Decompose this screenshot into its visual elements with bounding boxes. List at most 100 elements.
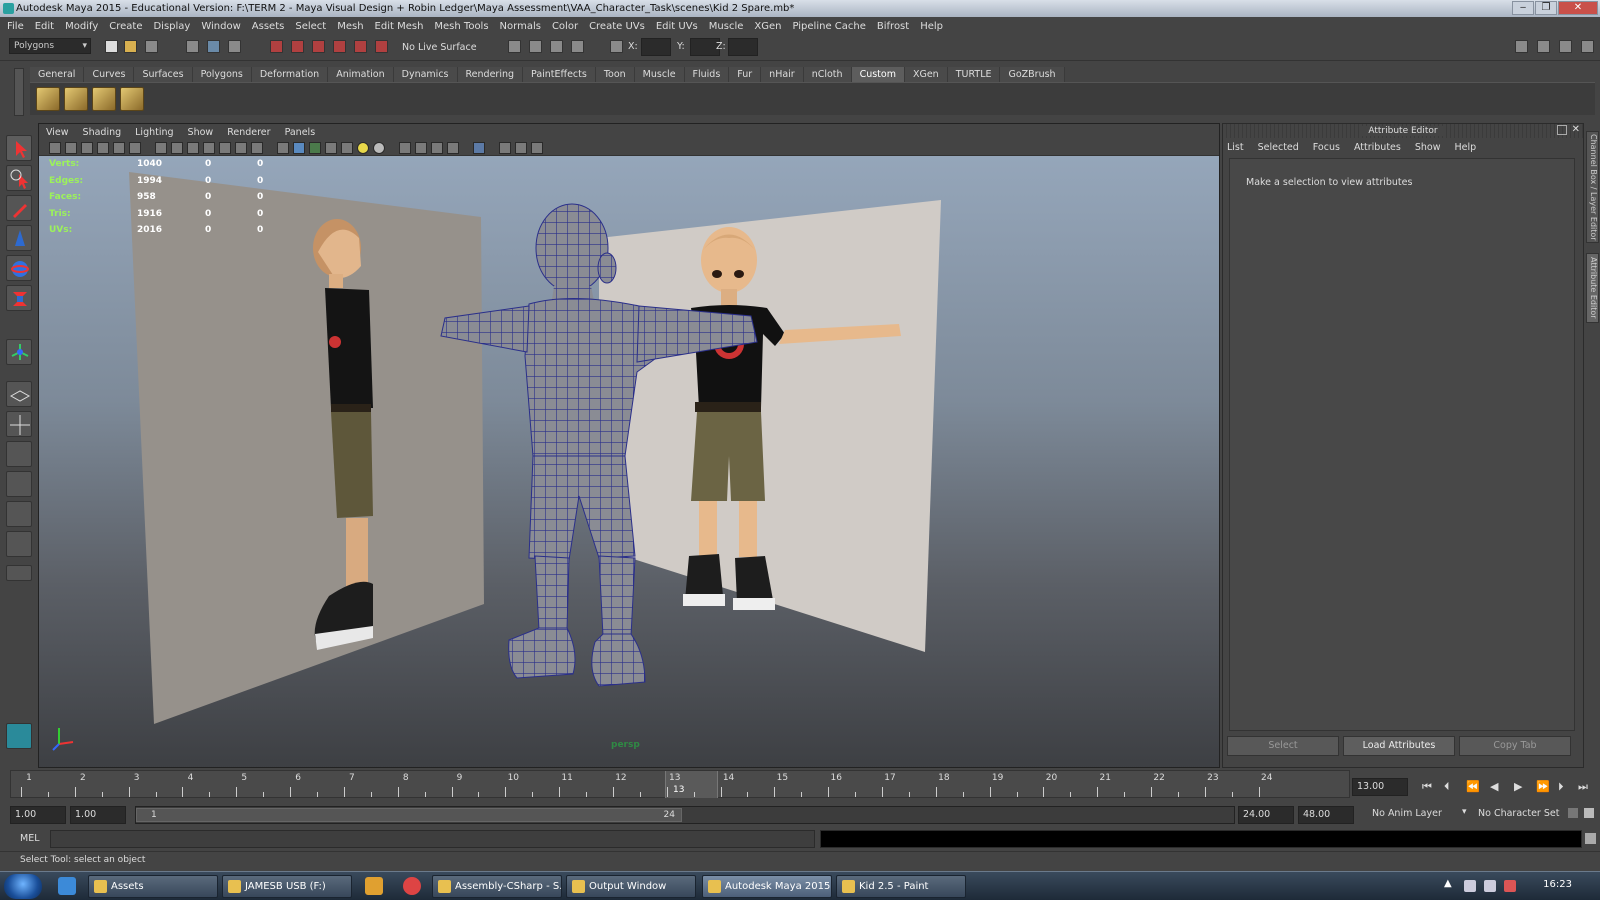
image-plane-icon[interactable] bbox=[97, 142, 109, 154]
shelf-tab-painteffects[interactable]: PaintEffects bbox=[523, 67, 596, 82]
open-scene-icon[interactable] bbox=[124, 40, 137, 53]
2d-pan-zoom-icon[interactable] bbox=[113, 142, 125, 154]
task-paint[interactable]: Kid 2.5 - Paint bbox=[836, 875, 966, 898]
layout-options-icon[interactable] bbox=[6, 565, 32, 581]
play-forwards-icon[interactable]: ▶ bbox=[1514, 780, 1522, 793]
xray-icon[interactable] bbox=[499, 142, 511, 154]
shelf-tab-turtle[interactable]: TURTLE bbox=[947, 67, 1001, 82]
shelf-tab-xgen[interactable]: XGen bbox=[904, 67, 948, 82]
wireframe-on-shaded-icon[interactable] bbox=[309, 142, 321, 154]
viewport-menu-renderer[interactable]: Renderer bbox=[227, 127, 270, 138]
channel-box-tab[interactable]: Channel Box / Layer Editor bbox=[1586, 131, 1599, 243]
range-slider-bar[interactable]: 1 24 bbox=[136, 808, 682, 822]
menu-mesh[interactable]: Mesh bbox=[337, 21, 363, 32]
playback-start-field[interactable]: 1.00 bbox=[70, 806, 126, 824]
step-back-frame-icon[interactable]: ⏴ bbox=[1444, 780, 1450, 794]
attr-menu-help[interactable]: Help bbox=[1454, 142, 1476, 153]
shadows-icon[interactable] bbox=[373, 142, 385, 154]
side-reference-plane[interactable] bbox=[129, 172, 484, 724]
attr-menu-show[interactable]: Show bbox=[1415, 142, 1441, 153]
shelf-tab-gozbrush[interactable]: GoZBrush bbox=[1000, 67, 1065, 82]
render-frame-icon[interactable] bbox=[529, 40, 542, 53]
make-live-icon[interactable] bbox=[354, 40, 367, 53]
default-light-icon[interactable] bbox=[357, 142, 369, 154]
attribute-editor-toggle-icon[interactable] bbox=[1537, 40, 1550, 53]
select-button[interactable]: Select bbox=[1227, 736, 1339, 756]
select-tool-icon[interactable] bbox=[6, 135, 32, 161]
shelf-tab-polygons[interactable]: Polygons bbox=[192, 67, 252, 82]
shelf-tab-ncloth[interactable]: nCloth bbox=[803, 67, 852, 82]
viewport-menu-lighting[interactable]: Lighting bbox=[135, 127, 173, 138]
shelf-tool-icon-4[interactable] bbox=[120, 87, 144, 111]
menu-assets[interactable]: Assets bbox=[252, 21, 285, 32]
lasso-tool-icon[interactable] bbox=[6, 165, 32, 191]
go-to-start-icon[interactable]: ⏮ bbox=[1422, 780, 1432, 794]
task-usb-drive[interactable]: JAMESB USB (F:) bbox=[222, 875, 352, 898]
start-time-field[interactable]: 1.00 bbox=[10, 806, 66, 824]
menu-select[interactable]: Select bbox=[295, 21, 326, 32]
manipulator-tool-icon[interactable] bbox=[6, 339, 32, 365]
close-button[interactable]: ✕ bbox=[1558, 1, 1598, 15]
viewport-menu-panels[interactable]: Panels bbox=[285, 127, 316, 138]
x-input[interactable] bbox=[641, 38, 671, 56]
scene-view[interactable]: Verts: 1040 0 0 Edges: 1994 0 0 Faces: 958 0 0 Tris:… bbox=[39, 156, 1219, 767]
paint-select-tool-icon[interactable] bbox=[6, 195, 32, 221]
scale-tool-icon[interactable] bbox=[6, 285, 32, 311]
ipr-render-icon[interactable] bbox=[550, 40, 563, 53]
safe-action-icon[interactable] bbox=[235, 142, 247, 154]
float-panel-icon[interactable] bbox=[1557, 125, 1567, 135]
wireframe-mode-icon[interactable] bbox=[277, 142, 289, 154]
shelf-tab-rendering[interactable]: Rendering bbox=[457, 67, 524, 82]
internet-explorer-icon[interactable] bbox=[58, 877, 76, 895]
film-gate-icon[interactable] bbox=[171, 142, 183, 154]
safe-title-icon[interactable] bbox=[251, 142, 263, 154]
snap-point-icon[interactable] bbox=[312, 40, 325, 53]
shelf-tab-fluids[interactable]: Fluids bbox=[684, 67, 730, 82]
menu-file[interactable]: File bbox=[7, 21, 24, 32]
anim-layer-dropdown[interactable]: No Anim Layer bbox=[1372, 808, 1442, 819]
textured-icon[interactable] bbox=[325, 142, 337, 154]
viewport-menu-view[interactable]: View bbox=[46, 127, 69, 138]
tray-expand-icon[interactable]: ▲ bbox=[1444, 878, 1456, 890]
attr-menu-focus[interactable]: Focus bbox=[1313, 142, 1340, 153]
task-maya[interactable]: Autodesk Maya 2015... bbox=[702, 875, 832, 898]
persp-graph-outliner-layout-icon[interactable] bbox=[6, 531, 32, 557]
camera-attributes-icon[interactable] bbox=[65, 142, 77, 154]
shelf-tab-curves[interactable]: Curves bbox=[84, 67, 135, 82]
select-hierarchy-icon[interactable] bbox=[186, 40, 199, 53]
select-component-icon[interactable] bbox=[228, 40, 241, 53]
xray-joints-icon[interactable] bbox=[515, 142, 527, 154]
command-language-label[interactable]: MEL bbox=[20, 833, 40, 844]
four-view-layout-icon[interactable] bbox=[6, 411, 32, 437]
channel-box-toggle-icon[interactable] bbox=[1581, 40, 1594, 53]
perspective-viewport[interactable]: View Shading Lighting Show Renderer Panels bbox=[38, 123, 1220, 768]
shelf-menu-icon[interactable] bbox=[14, 68, 24, 116]
transform-mode-icon[interactable] bbox=[610, 40, 623, 53]
menu-set-dropdown[interactable]: Polygons ▾ bbox=[9, 38, 91, 54]
menu-mesh-tools[interactable]: Mesh Tools bbox=[434, 21, 488, 32]
shelf-tool-icon-3[interactable] bbox=[92, 87, 116, 111]
shelf-tab-muscle[interactable]: Muscle bbox=[634, 67, 685, 82]
isolate-select-icon[interactable] bbox=[473, 142, 485, 154]
viewport-menu-show[interactable]: Show bbox=[188, 127, 214, 138]
snap-grid-icon[interactable] bbox=[270, 40, 283, 53]
auto-key-icon[interactable] bbox=[1568, 808, 1578, 818]
shelf-tool-icon-2[interactable] bbox=[64, 87, 88, 111]
chrome-icon[interactable] bbox=[403, 877, 421, 895]
persp-outliner-layout-icon[interactable] bbox=[6, 441, 32, 467]
action-center-icon[interactable] bbox=[1464, 880, 1476, 892]
shelf-tab-dynamics[interactable]: Dynamics bbox=[393, 67, 458, 82]
xray-components-icon[interactable] bbox=[531, 142, 543, 154]
snap-curve-icon[interactable] bbox=[291, 40, 304, 53]
script-editor-icon[interactable] bbox=[1585, 833, 1596, 844]
menu-muscle[interactable]: Muscle bbox=[709, 21, 744, 32]
shelf-tab-surfaces[interactable]: Surfaces bbox=[134, 67, 193, 82]
media-player-icon[interactable] bbox=[365, 877, 383, 895]
attr-menu-attributes[interactable]: Attributes bbox=[1354, 142, 1401, 153]
shelf-tab-fur[interactable]: Fur bbox=[729, 67, 762, 82]
go-to-end-icon[interactable]: ⏭ bbox=[1578, 780, 1588, 794]
time-slider[interactable]: 13 1 2 3 4 5 6 7 8 9 10 11 12 13 14 15 16 17 18 19 20 21 22 23… bbox=[10, 770, 1350, 798]
move-tool-icon[interactable] bbox=[6, 225, 32, 251]
volume-icon[interactable] bbox=[1504, 880, 1516, 892]
menu-display[interactable]: Display bbox=[153, 21, 190, 32]
